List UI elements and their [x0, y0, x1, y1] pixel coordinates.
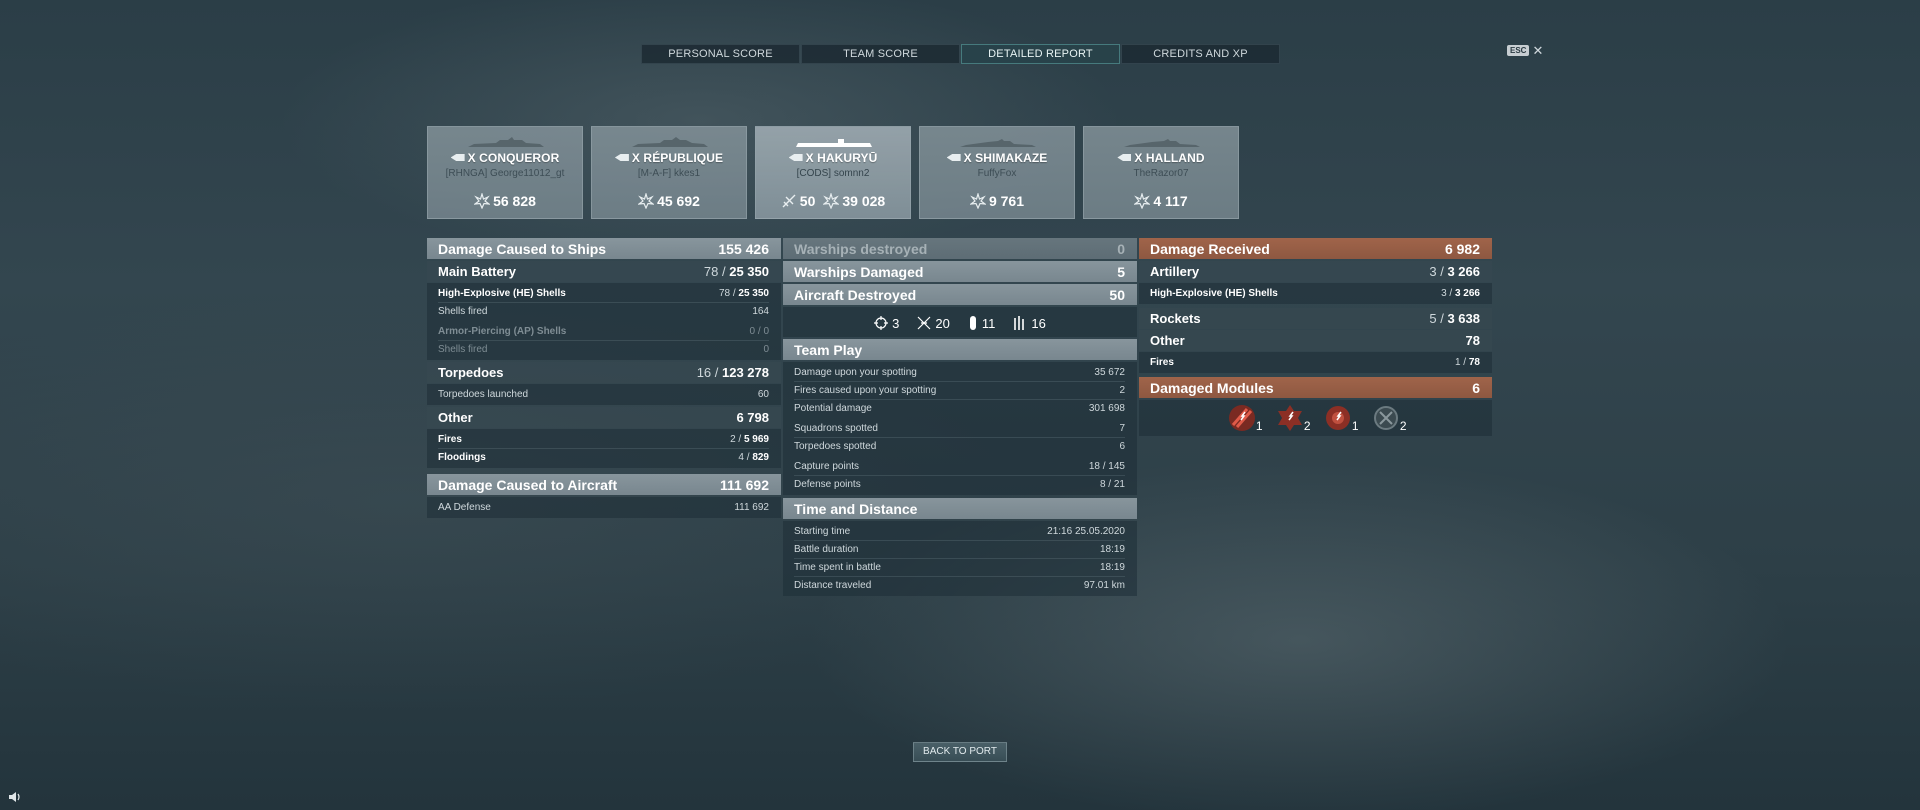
ship-name: X CONQUEROR: [467, 151, 560, 165]
secondary-battery-module-icon: 1: [1323, 403, 1359, 433]
destroyer-class-icon: [946, 154, 961, 161]
battleship-class-icon: [614, 154, 629, 161]
player-name: [M-A-F] kkes1: [637, 168, 701, 179]
player-name: FuffyFox: [977, 168, 1017, 179]
player-name: [RHNGA] George11012_gt: [445, 168, 565, 179]
ship-name: X RÉPUBLIQUE: [631, 151, 724, 165]
damage-received-header: Damage Received 6 982: [1139, 238, 1492, 259]
aircraft-destroyed-header: Aircraft Destroyed 50: [783, 284, 1137, 305]
bomb-icon: [969, 316, 976, 330]
defense-points-row: Defense points 8 / 21: [794, 479, 1125, 490]
report-tabs: PERSONAL SCORE TEAM SCORE DETAILED REPOR…: [641, 44, 1281, 64]
damage-burst-icon: [474, 193, 491, 209]
damage-dealt-panel: Damage Caused to Ships 155 426 Main Batte…: [427, 238, 781, 520]
battleship-silhouette-icon: [632, 137, 708, 147]
capture-points-row: Capture points 18 / 145: [794, 461, 1125, 472]
player-card-self[interactable]: X HAKURYŪ [CODS] somnn2 50 39 028: [755, 126, 911, 219]
ship-name: X SHIMAKAZE: [963, 151, 1048, 165]
damage-value: 39 028: [842, 193, 886, 209]
damage-ships-header: Damage Caused to Ships 155 426: [427, 238, 781, 259]
torpedoes-row: Torpedoes 16 / 123 278: [427, 362, 781, 383]
ship-name: X HAKURYŪ: [805, 151, 878, 165]
player-cards: X CONQUEROR [RHNGA] George11012_gt 56 82…: [427, 126, 1239, 219]
aa-mount-module-icon: 2: [1275, 403, 1311, 433]
engine-module-icon: 2: [1371, 403, 1407, 433]
damage-burst-icon: [1134, 193, 1151, 209]
destroyer-class-icon: [1117, 154, 1132, 161]
player-name: [CODS] somnn2: [796, 168, 870, 179]
other-damage-row: Other 6 798: [427, 407, 781, 428]
damage-value: 45 692: [657, 193, 700, 209]
player-card[interactable]: X SHIMAKAZE FuffyFox 9 761: [919, 126, 1075, 219]
ap-shells-fired-row: Shells fired 0: [438, 344, 769, 355]
floodings-row: Floodings 4 / 829: [438, 452, 769, 463]
carrier-silhouette-icon: [796, 139, 872, 147]
torpedo-tubes-module-icon: 1: [1227, 403, 1263, 433]
potential-damage-row: Potential damage 301 698: [794, 403, 1125, 414]
battleship-class-icon: [450, 154, 465, 161]
damage-value: 4 117: [1153, 193, 1188, 209]
time-distance-header: Time and Distance: [783, 498, 1137, 519]
damaged-modules-header: Damaged Modules 6: [1139, 377, 1492, 398]
received-fires-row: Fires 1 / 78: [1150, 357, 1480, 368]
team-play-header: Team Play: [783, 339, 1137, 360]
damaged-modules-row: 1 2 1 2: [1139, 400, 1492, 436]
tab-detailed-report[interactable]: DETAILED REPORT: [961, 44, 1120, 64]
esc-key-badge: ESC: [1507, 45, 1530, 56]
tab-personal-score[interactable]: PERSONAL SCORE: [641, 44, 800, 64]
carrier-class-icon: [788, 154, 803, 161]
he-shells-row: High-Explosive (HE) Shells 78 / 25 350: [438, 288, 769, 299]
main-battery-row: Main Battery 78 / 25 350: [427, 261, 781, 282]
plane-kill-icon: [917, 316, 931, 330]
ship-name: X HALLAND: [1134, 151, 1205, 165]
spotting-damage-row: Damage upon your spotting 35 672: [794, 367, 1125, 378]
damage-received-panel: Damage Received 6 982 Artillery 3 / 3 266 …: [1139, 238, 1492, 436]
distance-traveled-row: Distance traveled 97.01 km: [794, 580, 1125, 591]
tab-credits-xp[interactable]: CREDITS AND XP: [1121, 44, 1280, 64]
torpedoes-launched-row: Torpedoes launched 60: [438, 389, 769, 400]
squadrons-spotted-row: Squadrons spotted 7: [794, 423, 1125, 434]
received-other-row: Other 78: [1139, 330, 1492, 351]
tab-team-score[interactable]: TEAM SCORE: [801, 44, 960, 64]
torpedoes-spotted-row: Torpedoes spotted 6: [794, 441, 1125, 452]
he-shells-fired-row: Shells fired 164: [438, 306, 769, 317]
kills-value: 50: [799, 193, 816, 209]
player-name: TheRazor07: [1133, 168, 1189, 179]
sound-icon[interactable]: [8, 791, 22, 806]
damage-burst-icon: [823, 193, 840, 209]
warships-damaged-header: Warships Damaged 5: [783, 261, 1137, 282]
torpedo-icon: [1014, 316, 1025, 330]
aircraft-kill-icon: [782, 194, 796, 208]
ap-shells-row: Armor-Piercing (AP) Shells 0 / 0: [438, 326, 769, 337]
artillery-row: Artillery 3 / 3 266: [1139, 261, 1492, 282]
combat-summary-panel: Warships destroyed 0 Warships Damaged 5 Ai…: [783, 238, 1137, 598]
destroyer-silhouette-icon: [1124, 139, 1200, 147]
close-icon: ✕: [1532, 43, 1544, 58]
rockets-row: Rockets 5 / 3 638: [1139, 308, 1492, 329]
close-button[interactable]: ESC ✕: [1507, 43, 1544, 58]
battle-duration-row: Battle duration 18:19: [794, 544, 1125, 555]
back-to-port-button[interactable]: BACK TO PORT: [913, 742, 1007, 762]
destroyer-silhouette-icon: [960, 139, 1036, 147]
aa-defense-row: AA Defense 111 692: [438, 502, 769, 513]
damage-value: 56 828: [493, 193, 536, 209]
ribbons-row: 3 20 11 16: [783, 307, 1137, 337]
received-he-row: High-Explosive (HE) Shells 3 / 3 266: [1150, 288, 1480, 299]
warships-destroyed-header: Warships destroyed 0: [783, 238, 1137, 259]
player-card[interactable]: X CONQUEROR [RHNGA] George11012_gt 56 82…: [427, 126, 583, 219]
damage-value: 9 761: [988, 193, 1025, 209]
spotting-fires-row: Fires caused upon your spotting 2: [794, 385, 1125, 396]
starting-time-row: Starting time 21:16 25.05.2020: [794, 526, 1125, 537]
time-in-battle-row: Time spent in battle 18:19: [794, 562, 1125, 573]
damage-aircraft-header: Damage Caused to Aircraft 111 692: [427, 474, 781, 495]
player-card[interactable]: X RÉPUBLIQUE [M-A-F] kkes1 45 692: [591, 126, 747, 219]
player-card[interactable]: X HALLAND TheRazor07 4 117: [1083, 126, 1239, 219]
damage-burst-icon: [638, 193, 655, 209]
damage-burst-icon: [969, 193, 986, 209]
crosshair-icon: [874, 316, 889, 330]
battleship-silhouette-icon: [468, 137, 544, 147]
fires-row: Fires 2 / 5 969: [438, 434, 769, 445]
